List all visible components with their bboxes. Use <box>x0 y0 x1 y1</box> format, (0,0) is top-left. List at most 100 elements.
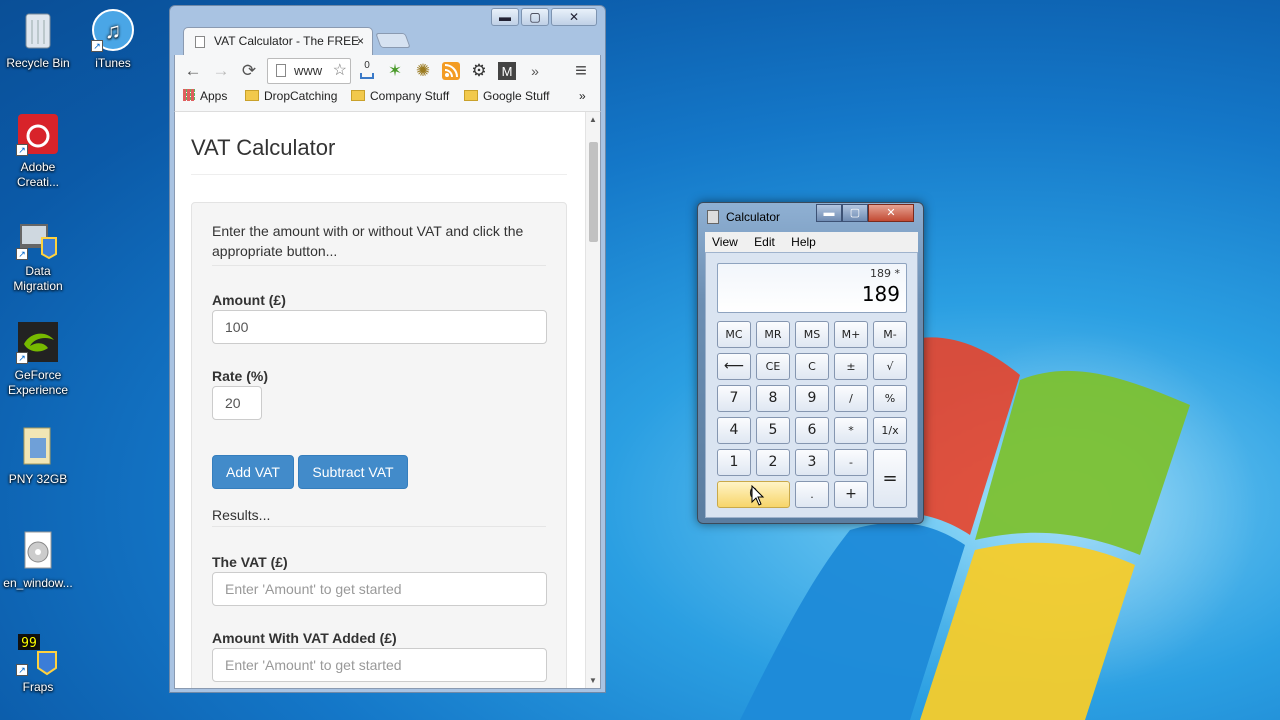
key-1[interactable]: 1 <box>717 449 751 476</box>
bookmarks-overflow-button[interactable]: » <box>579 88 586 104</box>
add-vat-button[interactable]: Add VAT <box>212 455 294 489</box>
bookmark-folder-google-stuff[interactable]: Google Stuff <box>464 88 550 104</box>
key-add[interactable]: + <box>834 481 868 508</box>
scroll-down-icon[interactable]: ▼ <box>589 676 597 685</box>
reload-button[interactable]: ⟳ <box>237 59 261 83</box>
key-subtract[interactable]: - <box>834 449 868 476</box>
bookmark-label: Apps <box>200 89 228 103</box>
key-multiply[interactable]: * <box>834 417 868 444</box>
extensions-overflow-button[interactable]: » <box>523 59 547 83</box>
itunes-icon: ♫ ↗ <box>91 8 135 52</box>
menu-edit[interactable]: Edit <box>754 235 775 249</box>
key-decimal[interactable]: . <box>795 481 829 508</box>
key-mc[interactable]: MC <box>717 321 751 348</box>
desktop-icon-label: Recycle Bin <box>6 56 70 70</box>
minimize-button[interactable]: ▬ <box>491 8 519 26</box>
key-plus-minus[interactable]: ± <box>834 353 868 380</box>
maximize-button[interactable]: ▢ <box>521 8 549 26</box>
key-mr[interactable]: MR <box>756 321 790 348</box>
key-ce[interactable]: CE <box>756 353 790 380</box>
calculator-menubar: View Edit Help <box>705 232 918 252</box>
key-divide[interactable]: / <box>834 385 868 412</box>
key-5[interactable]: 5 <box>756 417 790 444</box>
key-equals[interactable]: = <box>873 449 907 508</box>
desktop-icon-label: iTunes <box>95 56 131 70</box>
desktop-icon-label: en_window... <box>3 576 73 590</box>
calculator-title: Calculator <box>726 210 781 224</box>
fraps-icon: 99 ↗ <box>16 632 60 676</box>
key-6[interactable]: 6 <box>795 417 829 444</box>
page-title: VAT Calculator <box>191 135 567 175</box>
vat-amount-field[interactable]: Enter 'Amount' to get started <box>212 572 547 606</box>
extension-m-icon[interactable]: M <box>495 59 519 83</box>
desktop-icon-label: Fraps <box>22 680 54 694</box>
key-9[interactable]: 9 <box>795 385 829 412</box>
extension-download-icon[interactable]: 0 <box>355 59 379 83</box>
scrollbar-thumb[interactable] <box>589 142 598 242</box>
amount-input[interactable]: 100 <box>212 310 547 344</box>
key-7[interactable]: 7 <box>717 385 751 412</box>
desktop-icon-itunes[interactable]: ♫ ↗ iTunes <box>75 8 151 71</box>
key-4[interactable]: 4 <box>717 417 751 444</box>
key-m-plus[interactable]: M+ <box>834 321 868 348</box>
extension-wand-icon[interactable]: ✶ <box>383 59 407 83</box>
key-reciprocal[interactable]: 1/x <box>873 417 907 444</box>
desktop-icon-recycle-bin[interactable]: Recycle Bin <box>0 8 76 71</box>
menu-help[interactable]: Help <box>791 235 816 249</box>
key-8[interactable]: 8 <box>756 385 790 412</box>
desktop-icon-adobe-creative-cloud[interactable]: ↗ Adobe Creati... <box>0 112 76 190</box>
display-value: 189 <box>861 282 900 306</box>
key-m-minus[interactable]: M- <box>873 321 907 348</box>
desktop-icon-label: Data Migration <box>13 264 63 293</box>
extension-gear-gold-icon[interactable]: ✺ <box>411 59 435 83</box>
intro-text: Enter the amount with or without VAT and… <box>212 221 546 266</box>
browser-tab[interactable]: VAT Calculator - The FREE × <box>183 27 373 56</box>
key-percent[interactable]: % <box>873 385 907 412</box>
menu-view[interactable]: View <box>712 235 738 249</box>
vertical-scrollbar[interactable]: ▲ ▼ <box>585 112 600 688</box>
svg-text:M: M <box>502 64 513 79</box>
scroll-up-icon[interactable]: ▲ <box>589 115 597 124</box>
calc-close-button[interactable]: ✕ <box>868 204 914 222</box>
bookmark-star-icon[interactable]: ☆ <box>333 59 347 83</box>
desktop-icon-en-windows[interactable]: en_window... <box>0 528 76 591</box>
close-button[interactable]: ✕ <box>551 8 597 26</box>
calc-minimize-button[interactable]: ▬ <box>816 204 842 222</box>
adobe-creative-cloud-icon: ↗ <box>16 112 60 156</box>
desktop-icon-pny-32gb[interactable]: PNY 32GB <box>0 424 76 487</box>
tab-title: VAT Calculator - The FREE <box>214 34 360 48</box>
key-sqrt[interactable]: √ <box>873 353 907 380</box>
key-ms[interactable]: MS <box>795 321 829 348</box>
results-heading: Results... <box>212 507 546 527</box>
svg-text:♫: ♫ <box>105 18 122 43</box>
bookmark-folder-dropcatching[interactable]: DropCatching <box>245 88 337 104</box>
desktop-icon-label: GeForce Experience <box>7 368 69 397</box>
browser-menu-button[interactable]: ≡ <box>569 59 593 83</box>
calc-maximize-button[interactable]: ▢ <box>842 204 868 222</box>
desktop-icon-label: Adobe Creati... <box>16 160 59 189</box>
desktop-icon-fraps[interactable]: 99 ↗ Fraps <box>0 632 76 695</box>
bookmark-folder-company-stuff[interactable]: Company Stuff <box>351 88 449 104</box>
apps-grid-icon <box>183 89 195 101</box>
new-tab-button[interactable] <box>375 33 411 48</box>
back-button[interactable]: ← <box>181 59 205 83</box>
calculator-app-icon <box>707 210 719 224</box>
desktop-icon-data-migration[interactable]: ↗ Data Migration <box>0 216 76 294</box>
amount-with-vat-field[interactable]: Enter 'Amount' to get started <box>212 648 547 682</box>
calculator-form-panel: Enter the amount with or without VAT and… <box>191 202 567 688</box>
calculator-window: Calculator ▬ ▢ ✕ View Edit Help 189 * 18… <box>697 202 924 524</box>
forward-button[interactable]: → <box>209 59 233 83</box>
rss-icon[interactable] <box>439 59 463 83</box>
subtract-vat-button[interactable]: Subtract VAT <box>298 455 408 489</box>
rate-input[interactable]: 20 <box>212 386 262 420</box>
disc-image-icon <box>16 528 60 572</box>
key-3[interactable]: 3 <box>795 449 829 476</box>
key-c[interactable]: C <box>795 353 829 380</box>
desktop-icon-geforce-experience[interactable]: ↗ GeForce Experience <box>0 320 76 398</box>
key-2[interactable]: 2 <box>756 449 790 476</box>
tab-close-icon[interactable]: × <box>357 28 364 55</box>
address-bar[interactable]: www ☆ <box>267 58 351 84</box>
settings-gear-icon[interactable]: ⚙ <box>467 59 491 83</box>
bookmark-apps[interactable]: Apps <box>183 88 227 104</box>
key-backspace[interactable]: ⟵ <box>717 353 751 380</box>
